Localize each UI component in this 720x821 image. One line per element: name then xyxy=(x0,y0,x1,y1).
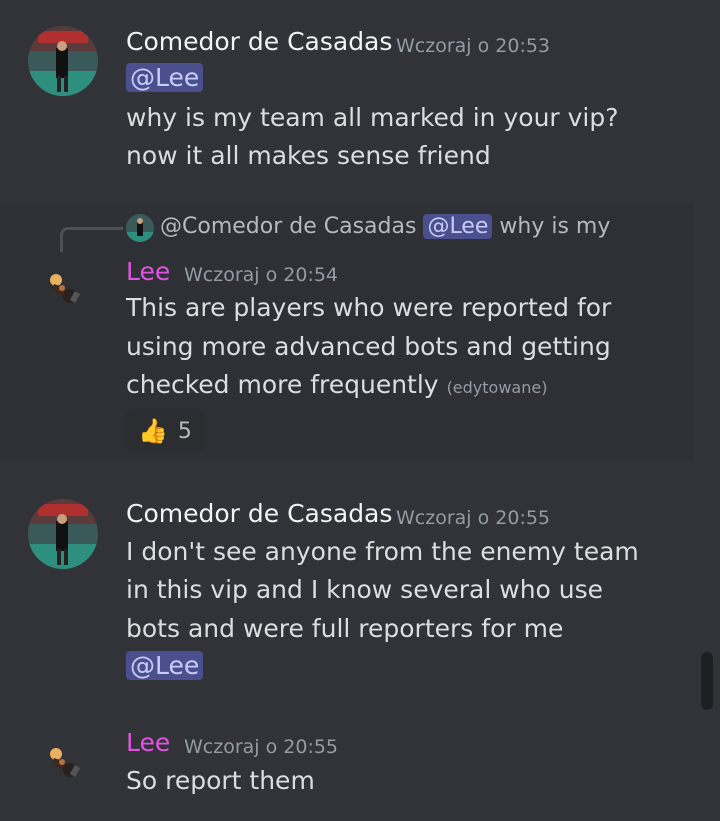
reaction-thumbs-up[interactable]: 👍 5 xyxy=(126,409,204,453)
message-timestamp: Wczoraj o 20:55 xyxy=(184,736,339,758)
avatar-lee[interactable] xyxy=(42,266,86,310)
message-text-line: in this vip and I know several who use xyxy=(126,575,604,604)
reply-mention[interactable]: @Lee xyxy=(423,214,493,239)
message-text-line: This are players who were reported for xyxy=(126,293,612,322)
reply-avatar[interactable] xyxy=(126,214,154,242)
author-name[interactable]: Lee xyxy=(126,728,170,757)
author-name[interactable]: Lee xyxy=(126,257,170,286)
edited-marker: (edytowane) xyxy=(446,378,548,397)
message-text-line: now it all makes sense friend xyxy=(126,141,491,170)
message-timestamp: Wczoraj o 20:54 xyxy=(184,264,339,286)
message-text-line: I don't see anyone from the enemy team xyxy=(126,537,639,566)
author-name[interactable]: Comedor de Casadas xyxy=(126,27,392,56)
avatar-lee[interactable] xyxy=(42,740,86,784)
reply-preview-text: why is my team all marked in your vip? xyxy=(499,214,610,239)
avatar-comedor[interactable] xyxy=(28,26,98,96)
message-text-line: So report them xyxy=(126,766,315,795)
reply-author[interactable]: @Comedor de Casadas xyxy=(160,214,416,239)
scrollbar-thumb[interactable] xyxy=(701,652,713,710)
reply-connector xyxy=(60,227,123,252)
user-mention[interactable]: @Lee xyxy=(126,651,204,680)
message-text-line-with-edited: checked more frequently (edytowane) xyxy=(126,370,547,399)
message-mention-line: @Lee xyxy=(126,63,204,92)
message-text: checked more frequently xyxy=(126,370,439,399)
message-text-line: why is my team all marked in your vip? xyxy=(126,103,619,132)
reply-preview[interactable]: @Comedor de Casadas @Lee why is my team … xyxy=(160,214,610,239)
user-mention[interactable]: @Lee xyxy=(126,63,204,92)
author-name[interactable]: Comedor de Casadas xyxy=(126,499,392,528)
message-text-line: bots and were full reporters for me xyxy=(126,614,564,643)
thumbs-up-icon: 👍 xyxy=(138,417,168,445)
message-timestamp: Wczoraj o 20:55 xyxy=(396,507,551,529)
message-timestamp: Wczoraj o 20:53 xyxy=(396,35,551,57)
message-text-line: using more advanced bots and getting xyxy=(126,332,611,361)
message-mention-line: @Lee xyxy=(126,651,204,680)
avatar-comedor[interactable] xyxy=(28,499,98,569)
reaction-count: 5 xyxy=(177,418,192,444)
